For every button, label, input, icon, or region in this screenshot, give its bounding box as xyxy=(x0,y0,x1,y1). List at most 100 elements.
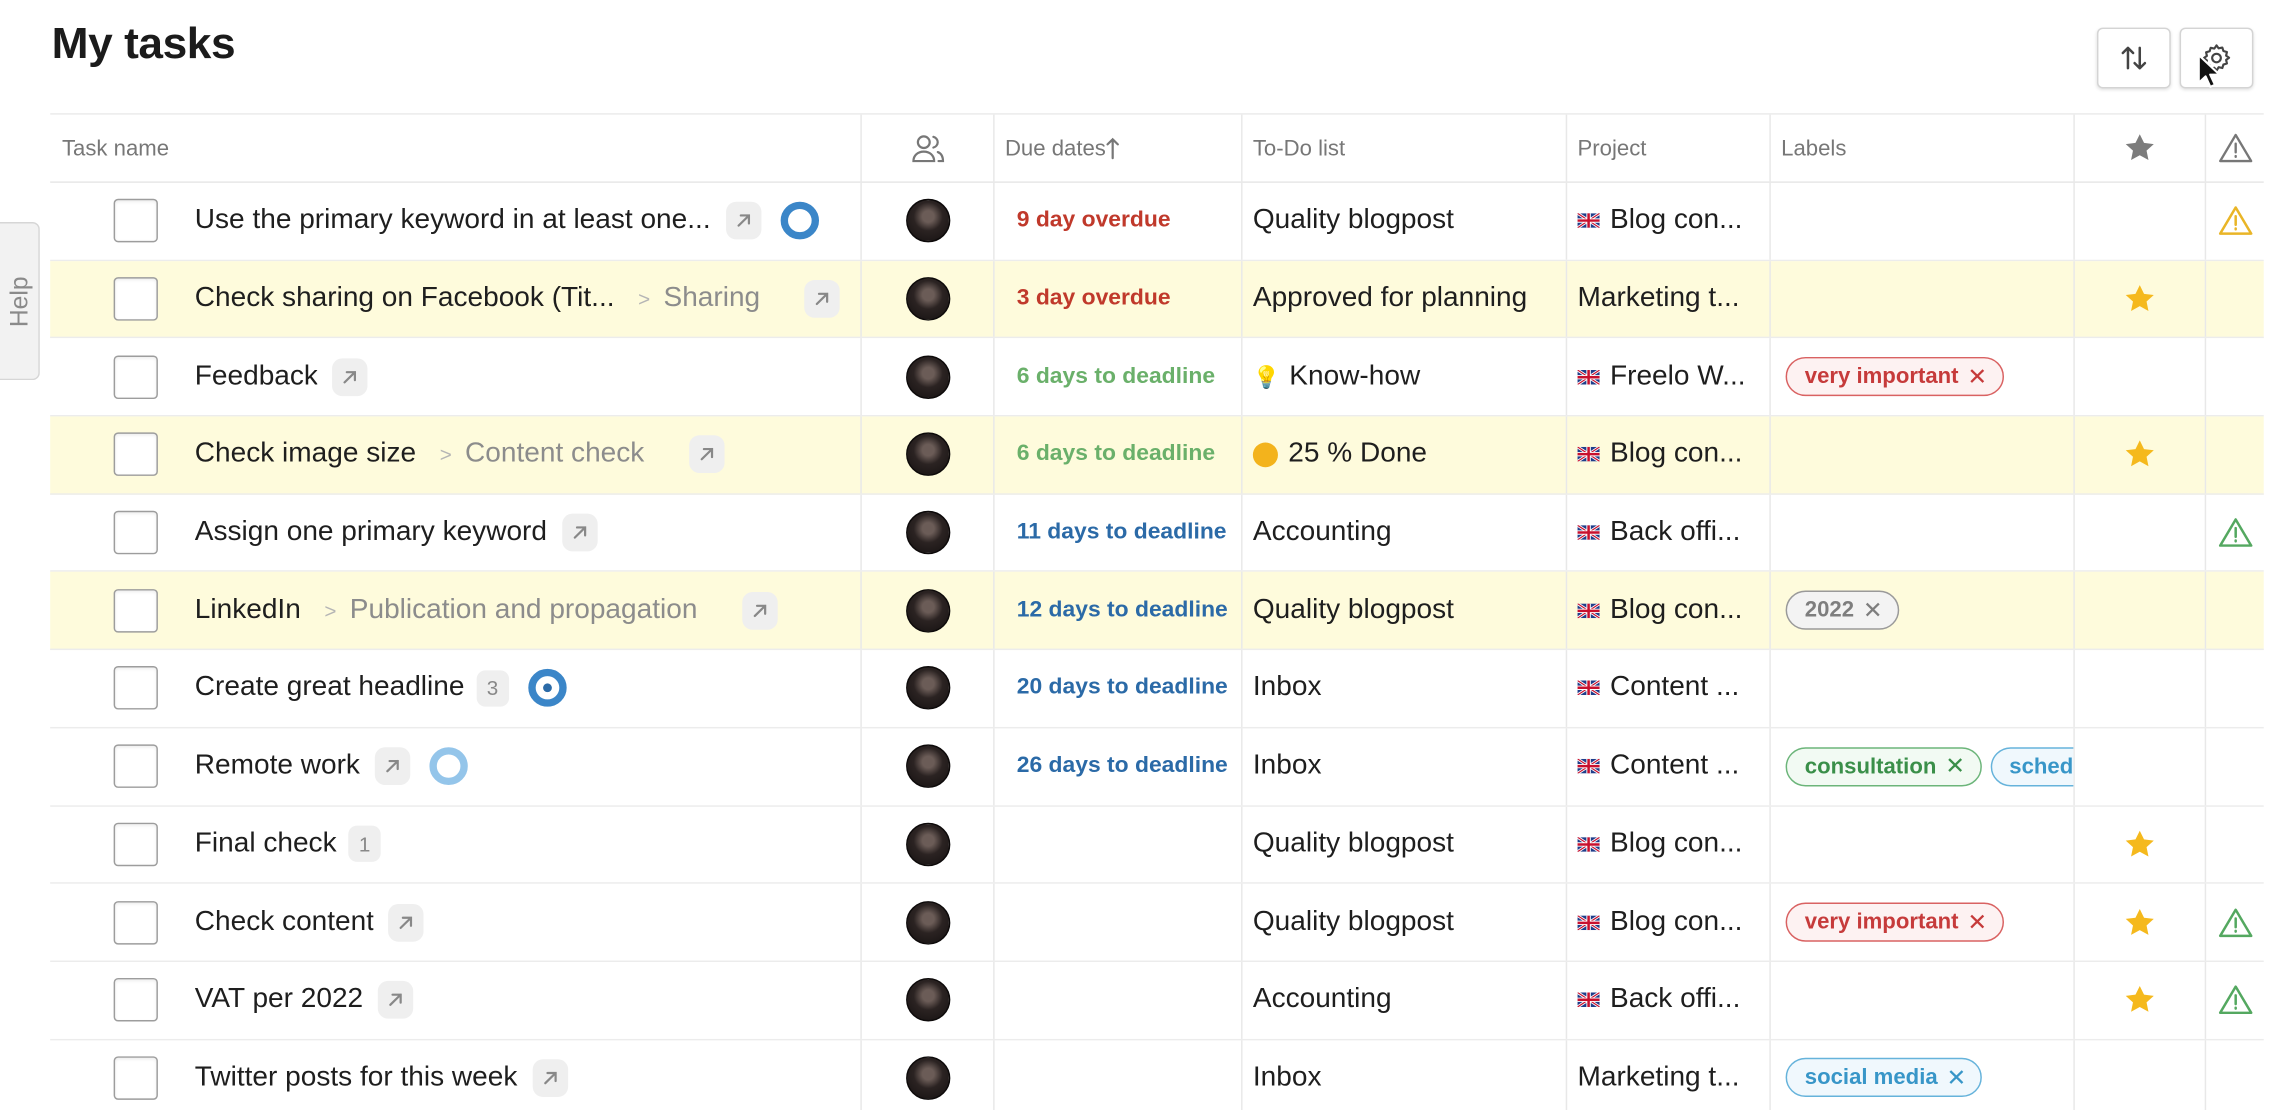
label-tag[interactable]: very important ✕ xyxy=(1785,357,2004,397)
project-cell[interactable]: Content ... xyxy=(1567,650,1769,726)
open-task-button[interactable] xyxy=(741,591,778,630)
assignee-cell[interactable] xyxy=(862,650,993,726)
assignee-cell[interactable] xyxy=(862,962,993,1038)
assignee-cell[interactable] xyxy=(862,183,993,259)
avatar[interactable] xyxy=(905,1056,950,1100)
due-date-cell[interactable]: 26 days to deadline xyxy=(995,728,1241,804)
column-header-assignee[interactable] xyxy=(862,115,993,182)
labels-cell[interactable]: 2022 ✕ xyxy=(1771,572,2074,648)
task-checkbox[interactable] xyxy=(113,822,158,867)
due-date-cell[interactable]: 11 days to deadline xyxy=(995,494,1241,570)
open-task-button[interactable] xyxy=(374,747,411,786)
task-checkbox[interactable] xyxy=(113,744,158,789)
table-row[interactable]: Use the primary keyword in at least one.… xyxy=(50,182,2264,261)
project-cell[interactable]: Blog con... xyxy=(1567,572,1769,648)
open-task-button[interactable] xyxy=(532,1059,568,1097)
task-name[interactable]: LinkedIn xyxy=(195,595,301,627)
labels-cell[interactable] xyxy=(1771,261,2074,337)
column-header-project[interactable]: Project xyxy=(1567,115,1769,182)
subtask-count-badge[interactable]: 1 xyxy=(348,826,381,863)
column-header-priority[interactable] xyxy=(2075,115,2205,182)
priority-cell[interactable] xyxy=(2075,806,2205,882)
due-date-cell[interactable]: 6 days to deadline xyxy=(995,417,1241,493)
column-header-todo-list[interactable]: To-Do list xyxy=(1243,115,1566,182)
task-checkbox[interactable] xyxy=(113,1056,158,1100)
priority-cell[interactable] xyxy=(2075,339,2205,415)
open-task-button[interactable] xyxy=(388,903,425,942)
todo-list-cell[interactable]: Quality blogpost xyxy=(1243,572,1566,648)
assignee-cell[interactable] xyxy=(862,884,993,960)
assignee-cell[interactable] xyxy=(862,572,993,648)
label-tag[interactable]: consultation ✕ xyxy=(1785,746,1982,786)
open-task-button[interactable] xyxy=(561,513,598,552)
assignee-cell[interactable] xyxy=(862,494,993,570)
labels-cell[interactable]: very important ✕ xyxy=(1771,339,2074,415)
task-checkbox[interactable] xyxy=(113,277,158,321)
avatar[interactable] xyxy=(905,978,950,1022)
table-row[interactable]: Assign one primary keyword 11 days to dea… xyxy=(50,494,2264,573)
table-row[interactable]: Check content Quality blogpost Blog con...… xyxy=(50,883,2264,962)
task-name[interactable]: Remote work xyxy=(195,750,360,782)
priority-cell[interactable] xyxy=(2075,728,2205,804)
todo-list-cell[interactable]: Quality blogpost xyxy=(1243,183,1566,259)
parent-task-name[interactable]: Content check xyxy=(465,439,644,471)
todo-list-cell[interactable]: Approved for planning xyxy=(1243,261,1566,337)
todo-list-cell[interactable]: Inbox xyxy=(1243,650,1566,726)
labels-cell[interactable] xyxy=(1771,806,2074,882)
priority-cell[interactable] xyxy=(2075,261,2205,337)
project-cell[interactable]: Blog con... xyxy=(1567,806,1769,882)
task-checkbox[interactable] xyxy=(113,432,158,477)
todo-list-cell[interactable]: 25 % Done xyxy=(1243,417,1566,493)
avatar[interactable] xyxy=(905,432,950,477)
due-date-cell[interactable] xyxy=(995,806,1241,882)
task-checkbox[interactable] xyxy=(113,355,158,399)
column-header-due-dates[interactable]: Due dates xyxy=(995,115,1241,182)
todo-list-cell[interactable]: 💡 Know-how xyxy=(1243,339,1566,415)
remove-label-icon[interactable]: ✕ xyxy=(1967,362,1987,391)
labels-cell[interactable]: very important ✕ xyxy=(1771,884,2074,960)
project-cell[interactable]: Marketing t... xyxy=(1567,1040,1769,1110)
column-header-task-name[interactable]: Task name xyxy=(50,115,860,182)
due-date-cell[interactable] xyxy=(995,884,1241,960)
todo-list-cell[interactable]: Inbox xyxy=(1243,728,1566,804)
task-name[interactable]: Create great headline xyxy=(195,672,465,704)
project-cell[interactable]: Blog con... xyxy=(1567,183,1769,259)
sort-button[interactable] xyxy=(2096,27,2171,89)
labels-cell[interactable]: consultation ✕ sched✕ xyxy=(1771,728,2074,804)
task-checkbox[interactable] xyxy=(113,199,158,243)
open-task-button[interactable] xyxy=(377,981,414,1019)
avatar[interactable] xyxy=(905,588,950,633)
task-checkbox[interactable] xyxy=(113,666,158,711)
avatar[interactable] xyxy=(905,666,950,711)
project-cell[interactable]: Content ... xyxy=(1567,728,1769,804)
priority-cell[interactable] xyxy=(2075,183,2205,259)
task-checkbox[interactable] xyxy=(113,588,158,633)
project-cell[interactable]: Blog con... xyxy=(1567,417,1769,493)
table-row[interactable]: LinkedIn > Publication and propagation 12 d… xyxy=(50,572,2264,651)
assignee-cell[interactable] xyxy=(862,261,993,337)
parent-task-name[interactable]: Publication and propagation xyxy=(350,595,698,627)
avatar[interactable] xyxy=(905,199,950,243)
labels-cell[interactable] xyxy=(1771,962,2074,1038)
avatar[interactable] xyxy=(905,822,950,867)
remove-label-icon[interactable]: ✕ xyxy=(1947,1063,1967,1092)
task-name[interactable]: Check sharing on Facebook (Tit... xyxy=(195,283,615,315)
label-tag[interactable]: social media ✕ xyxy=(1785,1058,1983,1098)
priority-cell[interactable] xyxy=(2075,1040,2205,1110)
priority-cell[interactable] xyxy=(2075,494,2205,570)
project-cell[interactable]: Back offi... xyxy=(1567,962,1769,1038)
due-date-cell[interactable]: 12 days to deadline xyxy=(995,572,1241,648)
project-cell[interactable]: Back offi... xyxy=(1567,494,1769,570)
help-tab[interactable]: Help xyxy=(0,222,40,381)
labels-cell[interactable] xyxy=(1771,650,2074,726)
priority-cell[interactable] xyxy=(2075,650,2205,726)
labels-cell[interactable] xyxy=(1771,417,2074,493)
task-name[interactable]: Check image size xyxy=(195,439,416,471)
label-tag[interactable]: very important ✕ xyxy=(1785,902,2004,942)
due-date-cell[interactable] xyxy=(995,1040,1241,1110)
subtask-count-badge[interactable]: 3 xyxy=(476,670,509,707)
avatar[interactable] xyxy=(905,510,950,555)
table-row[interactable]: Feedback 6 days to deadline 💡 Know-how Freel… xyxy=(50,338,2264,417)
task-name[interactable]: Check content xyxy=(195,906,374,938)
remove-label-icon[interactable]: ✕ xyxy=(1967,908,1987,937)
